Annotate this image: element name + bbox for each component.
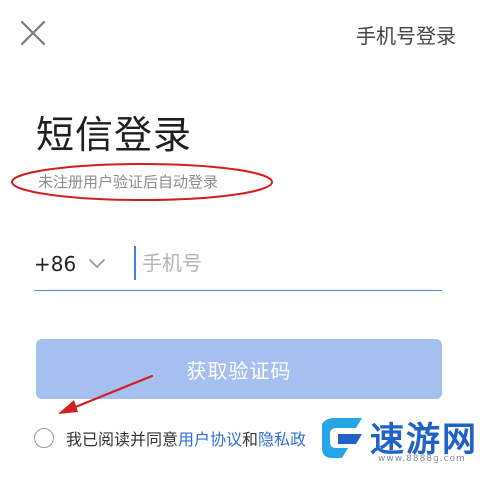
red-arrow-annotation [58,374,154,414]
close-button[interactable] [18,18,48,48]
phone-number-input[interactable] [134,246,442,280]
agreement-row: 我已阅读并同意 用户协议 和 隐私政 [34,424,306,452]
chevron-down-icon [89,259,106,268]
subtitle-annotation: 未注册用户验证后自动登录 [8,160,278,204]
agreement-conjunction: 和 [242,430,259,449]
phone-login-link[interactable]: 手机号登录 [356,20,456,49]
watermark-url: www.8888g.com [378,454,466,464]
subtitle: 未注册用户验证后自动登录 [38,173,219,191]
user-agreement-link[interactable]: 用户协议 [178,426,242,450]
close-icon [20,20,46,46]
country-code: +86 [34,252,77,276]
country-code-selector[interactable]: +86 [34,250,106,278]
privacy-policy-link[interactable]: 隐私政 [258,426,306,450]
watermark-logo-icon [322,418,362,458]
agreement-prefix: 我已阅读并同意 [66,430,179,449]
watermark: 速游网 www.8888g.com [318,410,478,472]
phone-field-row: +86 [34,238,442,291]
agreement-checkbox[interactable] [34,428,54,448]
page-title: 短信登录 [36,113,193,157]
